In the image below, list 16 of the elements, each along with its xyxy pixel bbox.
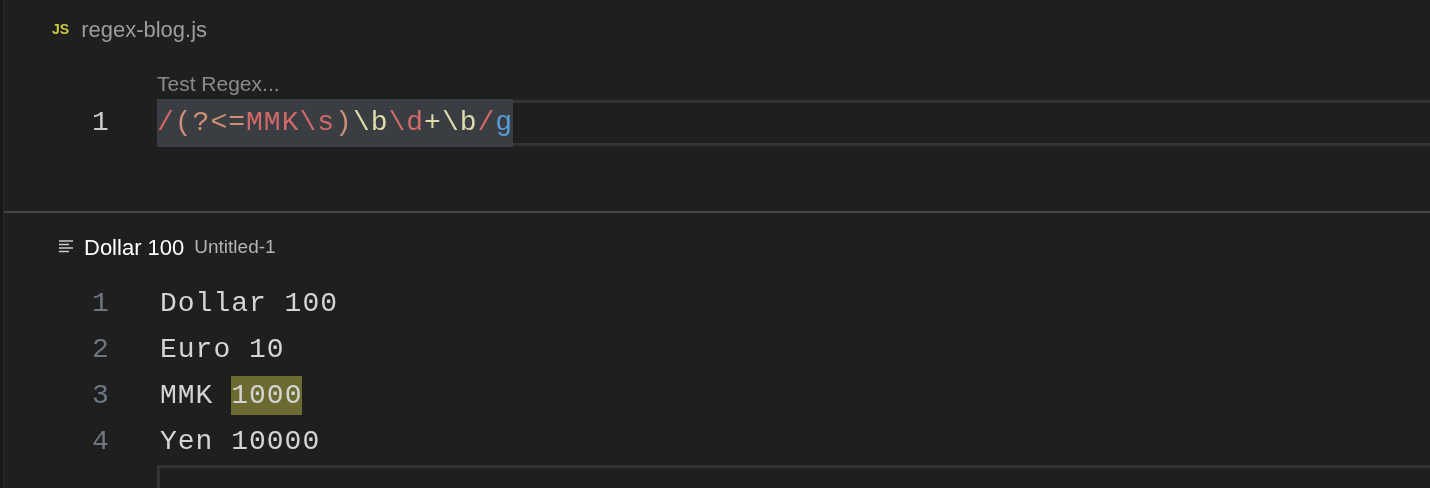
code-line: Yen 10000	[160, 425, 321, 459]
file-type-label: JS	[52, 19, 70, 39]
editor-tab-title[interactable]: Dollar 100	[84, 230, 185, 264]
code-line: Euro 10	[160, 333, 285, 367]
line-number: 1	[91, 105, 111, 140]
line-number: 2	[91, 333, 111, 367]
code-line: Dollar 100	[160, 287, 339, 321]
line-number: 3	[91, 379, 111, 413]
line-number: 4	[91, 425, 111, 459]
lines-icon	[58, 240, 74, 254]
editor-tab-description: Untitled-1	[194, 234, 276, 259]
line-number: 1	[91, 287, 111, 321]
hint-text: Test Regex...	[157, 72, 280, 95]
code-line: MMK 1000	[160, 375, 303, 417]
file-tab-title[interactable]: regex-blog.js	[81, 12, 208, 46]
regex-input[interactable]: /(?<=MMK\s)\b\d+\b/g	[157, 98, 514, 147]
